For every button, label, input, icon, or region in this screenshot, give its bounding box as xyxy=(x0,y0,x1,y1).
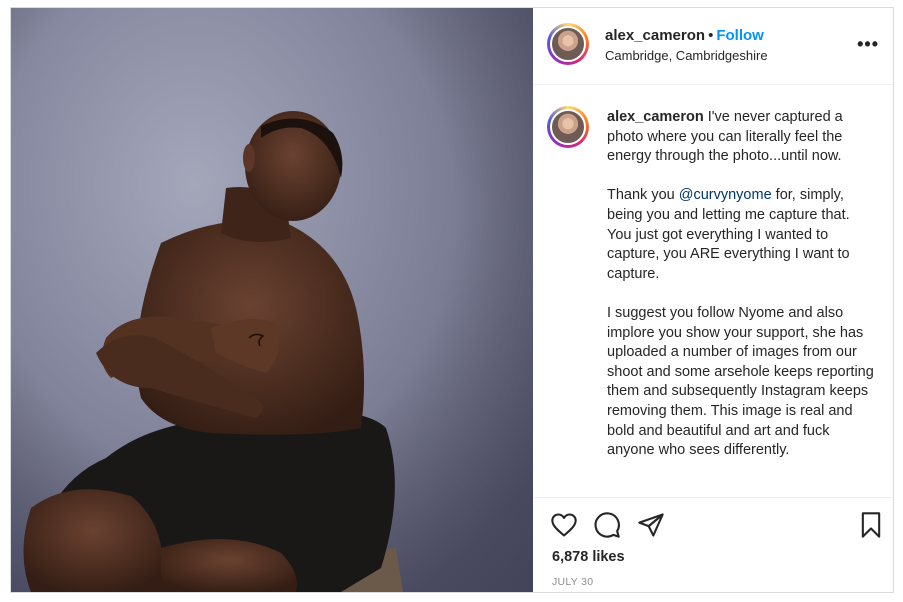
instagram-post: alex_cameron • Follow Cambridge, Cambridge… xyxy=(10,7,894,593)
more-dots-icon[interactable]: ••• xyxy=(857,34,879,55)
post-date[interactable]: JULY 30 xyxy=(552,576,593,588)
caption-p2-before: Thank you xyxy=(607,187,679,204)
caption-paragraph-2: Thank you @curvynyome for, simply, being… xyxy=(607,186,875,284)
post-photo-illustration xyxy=(11,8,533,592)
heart-icon[interactable] xyxy=(550,511,578,539)
paper-plane-icon[interactable] xyxy=(637,511,665,539)
caption-paragraph-3: I suggest you follow Nyome and also impl… xyxy=(607,304,874,459)
caption-text: alex_cameron I've never captured a photo… xyxy=(607,108,875,480)
caption-area: alex_cameron I've never captured a photo… xyxy=(533,85,893,498)
location-link[interactable]: Cambridge, Cambridgeshire xyxy=(605,48,768,63)
story-ring[interactable] xyxy=(547,23,589,65)
caption-story-ring[interactable] xyxy=(547,106,589,148)
mention-link[interactable]: @curvynyome xyxy=(679,187,772,203)
post-photo[interactable] xyxy=(11,8,533,592)
bookmark-icon[interactable] xyxy=(857,511,885,539)
caption-avatar xyxy=(550,109,586,145)
follow-button[interactable]: Follow xyxy=(716,27,764,44)
post-sidebar: alex_cameron • Follow Cambridge, Cambridge… xyxy=(533,8,893,592)
action-bar xyxy=(533,511,893,543)
caption-paragraph-1: alex_cameron I've never captured a photo… xyxy=(607,108,875,167)
separator-dot: • xyxy=(708,27,714,44)
likes-count[interactable]: 6,878 likes xyxy=(552,549,625,565)
avatar xyxy=(550,26,586,62)
username-link[interactable]: alex_cameron xyxy=(605,27,705,44)
header-username-row: alex_cameron • Follow xyxy=(605,27,764,44)
caption-username-link[interactable]: alex_cameron xyxy=(607,109,704,125)
comment-icon[interactable] xyxy=(593,511,621,539)
post-header: alex_cameron • Follow Cambridge, Cambridge… xyxy=(533,8,893,85)
